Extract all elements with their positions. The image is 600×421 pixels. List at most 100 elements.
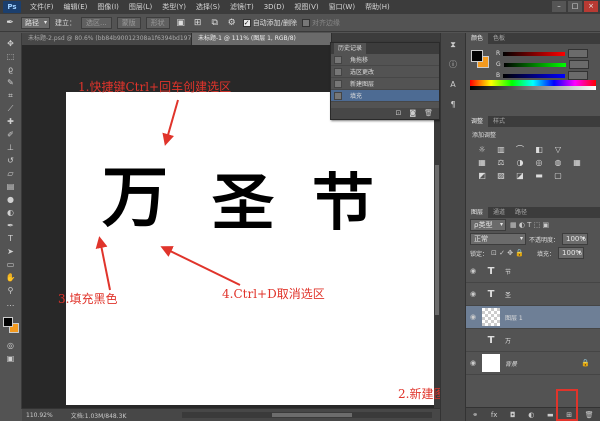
layers-panel-tabs: 图层 通道 路径 <box>466 207 600 218</box>
levels-icon[interactable]: ▥ <box>495 145 507 155</box>
tab-adjustments[interactable]: 调整 <box>466 116 489 127</box>
history-item[interactable]: 选区更改 <box>331 66 439 78</box>
trash-icon[interactable]: 🗑 <box>585 411 594 419</box>
history-panel: 历史记录 角拖移 选区更改 新建图层 填充 ⊡ ◙ 🗑 <box>330 42 440 120</box>
lock-icon: 🔒 <box>581 359 590 367</box>
history-tab[interactable]: 历史记录 <box>334 43 367 54</box>
black-white-icon[interactable]: ◑ <box>514 158 526 168</box>
red-value[interactable] <box>568 49 589 58</box>
layer-list: ◉ T 节 ◉ T 圣 ◉ 图层 1 T 万 ◉ 背景 🔒 <box>466 260 600 375</box>
invert-icon[interactable]: ◩ <box>476 171 488 181</box>
layer-thumb: T <box>487 334 495 346</box>
lock-icons[interactable]: ⊡ ✓ ✥ 🔒 <box>491 249 524 257</box>
history-state-icon <box>334 55 342 64</box>
vibrance-icon[interactable]: ▽ <box>552 145 564 155</box>
foreground-color[interactable] <box>2 317 13 327</box>
brightness-icon[interactable]: ☼ <box>476 145 488 155</box>
horizontal-scrollbar[interactable] <box>182 412 432 418</box>
layer-row[interactable]: T 万 <box>466 329 600 352</box>
doc-size: 文档:1.03M/848.3K <box>70 412 127 420</box>
hue-sat-icon[interactable]: ▦ <box>476 158 488 168</box>
threshold-icon[interactable]: ◪ <box>514 171 526 181</box>
posterize-icon[interactable]: ▨ <box>495 171 507 181</box>
history-footer: ⊡ ◙ 🗑 <box>331 108 439 119</box>
layer-thumb <box>482 354 500 372</box>
color-balance-icon[interactable]: ⚖ <box>495 158 507 168</box>
visibility-eye-icon[interactable]: ◉ <box>466 359 480 367</box>
history-item[interactable]: 角拖移 <box>331 54 439 66</box>
history-state-icon <box>334 67 342 76</box>
color-panel-foreground[interactable] <box>471 50 483 62</box>
opacity-input[interactable]: 100% <box>562 233 589 245</box>
fx-icon[interactable]: fx <box>491 411 498 419</box>
adjustment-layer-icon[interactable]: ◐ <box>528 411 534 419</box>
adjustment-icons: ☼ ▥ ⌒ ◧ ▽ ▦ ⚖ ◑ ◎ ◍ ▦ ◩ ▨ ◪ ▬ ▢ <box>466 142 600 184</box>
properties-panel-icon[interactable]: ⓘ <box>446 59 460 71</box>
tab-channels[interactable]: 通道 <box>488 207 510 218</box>
layer-name: 万 <box>505 337 512 345</box>
layer-row[interactable]: ◉ T 节 <box>466 260 600 283</box>
history-panel-icon[interactable]: ⧗ <box>446 39 460 51</box>
arrow-step4 <box>160 246 241 286</box>
new-layer-highlight <box>556 389 578 421</box>
layer-thumb: T <box>487 288 495 300</box>
fill-label: 填充： <box>537 250 556 258</box>
lock-label: 锁定： <box>470 250 489 258</box>
filter-icons[interactable]: ▦ ◐ T ⬚ ▣ <box>510 221 549 229</box>
tab-swatches[interactable]: 色板 <box>488 33 510 44</box>
history-item[interactable]: 新建图层 <box>331 78 439 90</box>
layer-thumb: T <box>487 265 495 277</box>
layer-thumb <box>482 308 500 326</box>
fill-input[interactable]: 100% <box>558 247 585 259</box>
panel-dock-strip: ⧗ ⓘ A ¶ <box>440 33 466 421</box>
layer-name: 背景 <box>505 360 518 368</box>
new-group-icon[interactable]: ▬ <box>547 411 554 419</box>
layer-name: 圣 <box>505 291 512 299</box>
lookup-icon[interactable]: ▦ <box>571 158 583 168</box>
layer-row-selected[interactable]: ◉ 图层 1 <box>466 306 600 329</box>
layer-filter-select[interactable]: ρ类型 <box>470 219 506 231</box>
selective-color-icon[interactable]: ▢ <box>552 171 564 181</box>
opacity-label: 不透明度： <box>529 236 560 244</box>
link-layers-icon[interactable]: ⚭ <box>472 411 478 419</box>
visibility-eye-icon[interactable]: ◉ <box>466 290 480 298</box>
history-state-icon <box>334 79 342 88</box>
add-mask-icon[interactable]: ◘ <box>510 411 516 419</box>
arrow-step3 <box>95 236 111 291</box>
tab-styles[interactable]: 样式 <box>488 116 510 127</box>
red-slider[interactable] <box>503 51 566 56</box>
blue-slider[interactable] <box>503 73 566 78</box>
layers-footer: ⚭ fx ◘ ◐ ▬ ⊞ 🗑 <box>466 407 600 421</box>
paragraph-panel-icon[interactable]: ¶ <box>446 99 460 111</box>
exposure-icon[interactable]: ◧ <box>533 145 545 155</box>
character-panel-icon[interactable]: A <box>446 79 460 91</box>
gradient-map-icon[interactable]: ▬ <box>533 171 545 181</box>
photo-filter-icon[interactable]: ◎ <box>533 158 545 168</box>
status-bar: 110.92% 文档:1.03M/848.3K <box>22 408 440 421</box>
adjust-panel-tabs: 调整 样式 <box>466 116 600 127</box>
tab-layers[interactable]: 图层 <box>466 207 489 218</box>
green-slider[interactable] <box>503 62 566 67</box>
green-value[interactable] <box>568 60 589 69</box>
blend-mode-select[interactable]: 正常 <box>470 233 526 245</box>
tab-paths[interactable]: 路径 <box>510 207 532 218</box>
history-state-icon <box>334 91 342 100</box>
blue-value[interactable] <box>568 71 589 80</box>
trash-icon[interactable]: 🗑 <box>424 108 433 119</box>
color-ramp[interactable] <box>470 80 596 90</box>
curves-icon[interactable]: ⌒ <box>514 145 526 155</box>
scroll-thumb[interactable] <box>272 413 352 417</box>
new-document-icon[interactable]: ⊡ <box>395 108 401 119</box>
layer-row[interactable]: ◉ 背景 🔒 <box>466 352 600 375</box>
visibility-eye-icon[interactable]: ◉ <box>466 313 480 321</box>
layer-row[interactable]: ◉ T 圣 <box>466 283 600 306</box>
zoom-readout[interactable]: 110.92% <box>26 412 53 419</box>
channel-mixer-icon[interactable]: ◍ <box>552 158 564 168</box>
layer-name: 节 <box>505 268 512 276</box>
tab-color[interactable]: 颜色 <box>466 33 489 44</box>
history-item-selected[interactable]: 填充 <box>331 90 439 102</box>
add-adjustment-title: 添加调整 <box>472 132 497 139</box>
visibility-eye-icon[interactable]: ◉ <box>466 267 480 275</box>
layer-name: 图层 1 <box>505 314 523 322</box>
snapshot-icon[interactable]: ◙ <box>409 108 416 119</box>
